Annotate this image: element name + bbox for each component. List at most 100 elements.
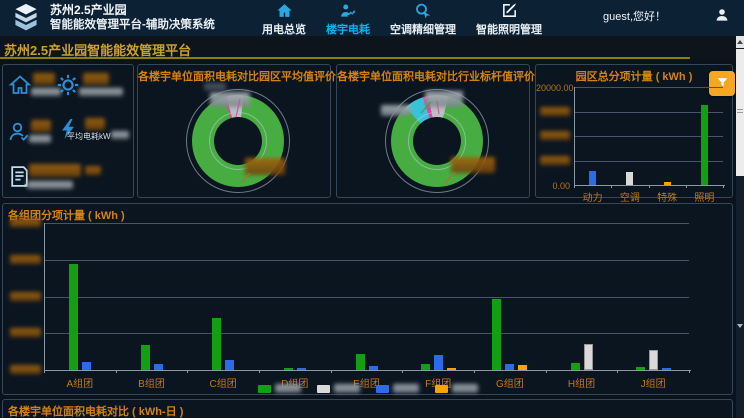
- ytick-label-redacted: [10, 365, 41, 374]
- ytick-label-redacted: [10, 255, 41, 264]
- donut-label-redacted: [425, 91, 463, 107]
- xtick-label: 特殊: [652, 189, 682, 204]
- app: 苏州2.5产业园 智能能效管理平台-辅助决策系统 用电总览 楼宇电耗空调精细管理智…: [0, 0, 744, 418]
- park-submetering-panel: 园区总分项计量 ( kWh ) 20000.000.00动力空调特殊照明: [535, 64, 733, 198]
- x-tick: [686, 185, 687, 188]
- stat-value-redacted: [29, 164, 81, 177]
- y-axis: [44, 223, 45, 370]
- legend-item-特殊[interactable]: [435, 384, 478, 393]
- app-title-line2: 智能能效管理平台-辅助决策系统: [50, 18, 215, 32]
- donut-industry-benchmark-panel: 各楼宇单位面积电耗对比行业标杆值评价: [336, 64, 530, 198]
- user-outline-icon: [7, 120, 31, 149]
- scrollbar-grip: [737, 109, 743, 115]
- chart-legend: [3, 384, 732, 393]
- cluster-submetering-chart: A组团B组团C组团D组团E组团F组团G组团H组团J组团: [3, 204, 732, 394]
- ytick-label: 20000.00: [536, 83, 570, 93]
- gear-icon: [55, 72, 81, 103]
- nav-item-4[interactable]: 智能照明管理: [476, 2, 542, 37]
- bar-照明-E组团: [356, 354, 365, 370]
- bar-照明-H组团: [571, 363, 580, 370]
- bar-照明-F组团: [421, 364, 430, 370]
- home-outline-icon: [8, 73, 32, 102]
- ytick-label-redacted: [10, 218, 41, 227]
- app-header: 苏州2.5产业园 智能能效管理平台-辅助决策系统 用电总览 楼宇电耗空调精细管理智…: [0, 0, 744, 36]
- scrollbar-thumb[interactable]: [736, 49, 744, 176]
- x-tick: [689, 370, 690, 373]
- nav-item-3[interactable]: 空调精细管理: [390, 2, 456, 37]
- main-nav: 用电总览 楼宇电耗空调精细管理智能照明管理: [262, 2, 542, 37]
- user-icon[interactable]: [714, 7, 730, 28]
- greeting-text: guest,您好！: [603, 8, 666, 24]
- stat-label-redacted: [29, 135, 51, 143]
- ytick-label-redacted: [10, 328, 41, 337]
- x-tick: [116, 370, 117, 373]
- x-tick: [546, 370, 547, 373]
- stat-label-redacted: [79, 88, 123, 96]
- xtick-label: 照明: [689, 189, 719, 204]
- bar-动力-J组团: [662, 368, 671, 370]
- bar-照明-J组团: [636, 367, 645, 370]
- stat-label-redacted: [111, 131, 129, 139]
- bar-特殊-F组团: [447, 368, 456, 370]
- building-comparison-panel: 各楼宇单位面积电耗对比 ( kWh-日 ): [2, 399, 733, 418]
- arrow-up-icon: [737, 40, 743, 44]
- donut-industry-benchmark-chart: [337, 65, 529, 197]
- user-chart-icon: [339, 2, 357, 20]
- y-axis: [574, 87, 575, 185]
- stat-value-redacted: [83, 73, 109, 85]
- stat-value-redacted: [85, 118, 105, 130]
- nav-item-1[interactable]: 用电总览: [262, 2, 306, 37]
- x-axis: [44, 370, 691, 371]
- legend-item-照明[interactable]: [258, 384, 301, 393]
- bar-动力-G组团: [505, 364, 514, 370]
- legend-item-动力[interactable]: [376, 384, 419, 393]
- bar-动力-D组团: [297, 368, 306, 370]
- legend-label-redacted: [275, 384, 301, 393]
- scroll-up-button[interactable]: [736, 36, 744, 48]
- nav-item-label: 用电总览: [262, 21, 306, 37]
- stat-value-redacted: [33, 73, 55, 85]
- donut-label-redacted: [204, 83, 226, 91]
- titlebar-underline: [0, 57, 690, 59]
- bar-动力-B组团: [154, 364, 163, 370]
- x-tick: [259, 370, 260, 373]
- legend-swatch: [376, 385, 389, 393]
- bar-特殊-G组团: [518, 365, 527, 370]
- home-icon: [276, 2, 293, 20]
- x-tick: [617, 370, 618, 373]
- nav-item-label: 智能照明管理: [476, 21, 542, 37]
- stat-value-redacted: [31, 120, 51, 132]
- ac-manage-icon: [414, 2, 432, 20]
- cluster-submetering-panel: 各组团分项计量 ( kWh ) A组团B组团C组团D组团E组团F组团G组团H组团…: [2, 203, 733, 395]
- x-axis: [574, 185, 725, 186]
- bar-照明-B组团: [141, 345, 150, 370]
- app-title-line1: 苏州2.5产业园: [50, 3, 215, 18]
- xtick-label: 动力: [578, 189, 608, 204]
- stat-label-redacted: [27, 181, 73, 189]
- stat-label-prefix: 平均电耗kW: [67, 131, 111, 142]
- ytick-label-redacted: [540, 107, 570, 116]
- page-titlebar: 苏州2.5产业园智能能效管理平台: [0, 36, 736, 60]
- x-tick: [474, 370, 475, 373]
- scrollbar[interactable]: [736, 36, 744, 418]
- bar-动力-E组团: [369, 366, 378, 370]
- donut-label-redacted: [245, 158, 285, 175]
- gridline: [44, 260, 689, 261]
- nav-item-2[interactable]: 楼宇电耗: [326, 2, 370, 37]
- legend-item-空调[interactable]: [317, 384, 360, 393]
- stat-extra-redacted: [85, 166, 101, 175]
- legend-swatch: [258, 385, 271, 393]
- gridline: [44, 297, 689, 298]
- x-tick: [44, 370, 45, 373]
- bar-照明-G组团: [492, 299, 501, 370]
- x-tick: [331, 370, 332, 373]
- bar-照明: [701, 105, 708, 185]
- bar-动力-A组团: [82, 362, 91, 370]
- bar-空调-H组团: [584, 344, 593, 370]
- x-tick: [574, 185, 575, 188]
- legend-swatch: [435, 385, 448, 393]
- building-comparison-title: 各楼宇单位面积电耗对比 ( kWh-日 ): [3, 403, 732, 418]
- ytick-label-redacted: [10, 292, 41, 301]
- donut-park-average-chart: [138, 65, 330, 197]
- ytick-label: 0.00: [536, 181, 570, 191]
